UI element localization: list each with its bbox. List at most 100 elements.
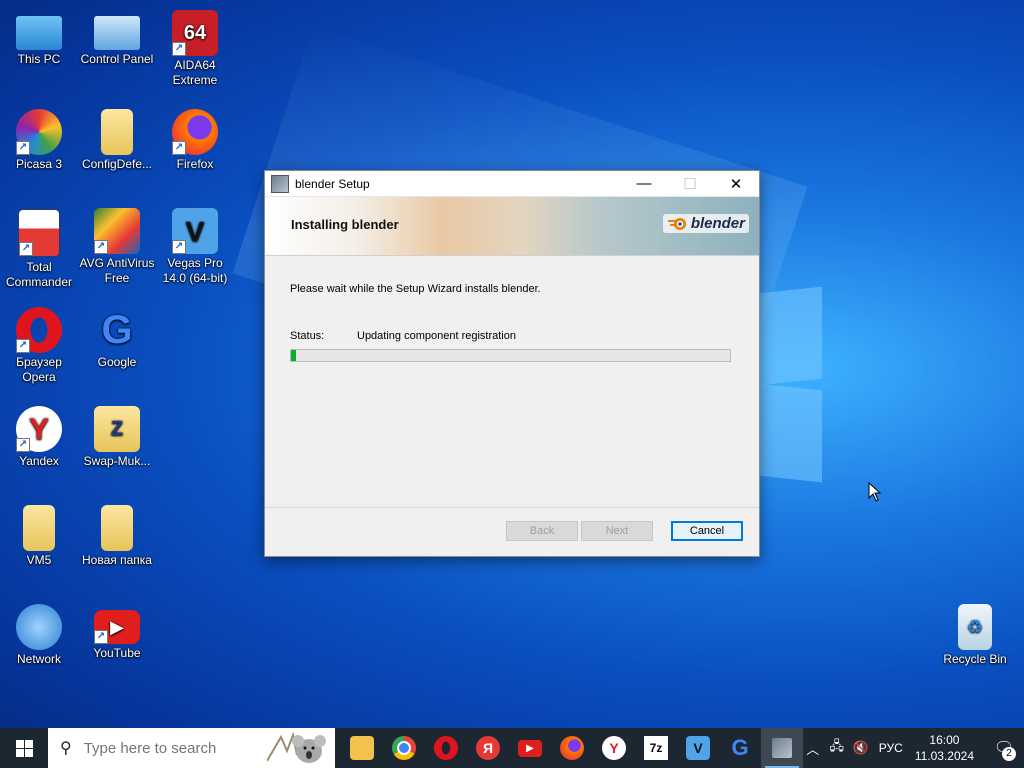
icon-label: Control Panel — [80, 52, 154, 66]
mouse-cursor-icon — [868, 482, 882, 502]
clock-date: 11.03.2024 — [914, 749, 974, 763]
desktop-icon-this-pc[interactable]: This PC — [0, 6, 78, 67]
desktop-icon-picasa[interactable]: ↗ Picasa 3 — [0, 105, 78, 172]
page-title: Installing blender — [291, 217, 399, 232]
firefox-icon: ↗ — [172, 109, 218, 155]
blender-setup-dialog: blender Setup — ☐ ✕ Installing blender b… — [264, 170, 760, 557]
vegas-icon: V ↗ — [172, 208, 218, 254]
language-indicator[interactable]: РУС — [879, 741, 903, 755]
desktop-icon-recycle-bin[interactable]: ♻ Recycle Bin — [936, 600, 1014, 667]
system-tray: ︿ 🖧 🔇 РУС 16:00 11.03.2024 🗨 2 — [801, 728, 1024, 768]
minimize-button[interactable]: — — [621, 171, 667, 196]
icon-label: Новая папка — [82, 553, 152, 567]
taskbar-7zip[interactable]: 7z — [635, 728, 677, 768]
blender-logo: blender — [662, 214, 749, 233]
recycle-bin-icon: ♻ — [958, 604, 992, 650]
desktop-icon-network[interactable]: Network — [0, 600, 78, 667]
computer-icon — [16, 16, 62, 50]
youtube-icon: ▶ ↗ — [94, 610, 140, 644]
status-label: Status: — [290, 330, 325, 342]
windows-logo-wallpaper — [758, 286, 822, 483]
icon-label: Google — [97, 355, 137, 369]
back-button: Back — [506, 521, 578, 541]
desktop-icon-vegas[interactable]: V ↗ Vegas Pro 14.0 (64-bit) — [156, 204, 234, 286]
start-button[interactable] — [0, 728, 48, 768]
action-center-button[interactable]: 🗨 2 — [984, 728, 1024, 768]
close-button[interactable]: ✕ — [713, 171, 759, 196]
7zip-icon: 7z — [644, 736, 668, 760]
taskbar-blender-setup[interactable] — [761, 728, 803, 768]
taskbar-youtube[interactable]: ▶ — [509, 728, 551, 768]
taskbar-yandex-music[interactable]: Я — [467, 728, 509, 768]
desktop-icon-google[interactable]: G Google — [78, 303, 156, 370]
desktop-icon-firefox[interactable]: ↗ Firefox — [156, 105, 234, 172]
icon-label: This PC — [17, 52, 61, 66]
progress-message: Please wait while the Setup Wizard insta… — [290, 283, 541, 295]
maximize-button: ☐ — [683, 175, 697, 193]
taskbar-chrome[interactable] — [383, 728, 425, 768]
yandex-icon: Я — [476, 736, 500, 760]
taskbar-yandex-browser[interactable]: Y — [593, 728, 635, 768]
icon-label: VM5 — [26, 553, 52, 567]
desktop-icon-aida64[interactable]: 64 ↗ AIDA64 Extreme — [156, 6, 234, 88]
desktop-icon-youtube[interactable]: ▶ ↗ YouTube — [78, 600, 156, 661]
avg-icon: ↗ — [94, 208, 140, 254]
google-icon: G — [731, 735, 749, 760]
desktop-icon-new-folder[interactable]: Новая папка — [78, 501, 156, 568]
volume-muted-icon[interactable]: 🔇 — [849, 740, 873, 756]
icon-label: Recycle Bin — [943, 652, 1007, 666]
opera-icon — [434, 736, 458, 760]
icon-label: Network — [16, 652, 61, 666]
taskbar-google[interactable]: G — [719, 728, 761, 768]
google-icon: G — [101, 307, 133, 352]
taskbar-vegas[interactable]: V — [677, 728, 719, 768]
icon-label: Total Commander — [5, 260, 73, 289]
search-input[interactable] — [81, 738, 276, 758]
install-progress-bar — [290, 349, 731, 362]
search-icon: ⚲ — [60, 740, 72, 757]
taskbar-file-explorer[interactable] — [341, 728, 383, 768]
folder-icon — [350, 736, 374, 760]
control-panel-icon — [94, 16, 140, 50]
icon-label: Swap-Muk... — [83, 454, 151, 468]
icon-label: AIDA64 Extreme — [172, 58, 218, 87]
progress-fill — [291, 350, 297, 361]
icon-label: Браузер Opera — [16, 355, 62, 384]
installer-icon — [271, 174, 289, 193]
desktop-icon-configdefe[interactable]: ConfigDefe... — [78, 105, 156, 172]
clock-time: 16:00 — [929, 733, 960, 747]
zip-folder-icon: Z — [94, 406, 140, 452]
taskbar-opera[interactable] — [425, 728, 467, 768]
network-icon[interactable]: 🖧 — [825, 737, 849, 759]
firefox-icon — [560, 736, 584, 760]
notification-count: 2 — [1002, 747, 1016, 761]
icon-label: ConfigDefe... — [81, 157, 153, 171]
desktop-icon-total-commander[interactable]: ↗ Total Commander — [0, 204, 78, 290]
chevron-up-icon[interactable]: ︿ — [801, 739, 825, 758]
folder-icon — [101, 109, 133, 155]
clock[interactable]: 16:00 11.03.2024 — [915, 732, 974, 764]
youtube-icon: ▶ — [518, 739, 542, 757]
desktop-icon-yandex[interactable]: Y ↗ Yandex — [0, 402, 78, 469]
desktop-icon-swap-muk[interactable]: Z Swap-Muk... — [78, 402, 156, 469]
next-button: Next — [581, 521, 653, 541]
desktop-icon-opera[interactable]: ↗ Браузер Opera — [0, 303, 78, 385]
aida64-icon: 64 ↗ — [172, 10, 218, 56]
network-icon — [16, 604, 62, 650]
desktop-icon-vm5[interactable]: VM5 — [0, 501, 78, 568]
cancel-button[interactable]: Cancel — [671, 521, 743, 541]
taskbar-firefox[interactable] — [551, 728, 593, 768]
icon-label: YouTube — [93, 646, 141, 660]
desktop-icon-control-panel[interactable]: Control Panel — [78, 6, 156, 67]
icon-label: Firefox — [176, 157, 214, 171]
title-bar[interactable]: blender Setup — ☐ ✕ — [265, 171, 759, 197]
folder-icon — [101, 505, 133, 551]
taskbar-search[interactable]: ⚲ — [48, 728, 335, 768]
floppy-icon: ↗ — [17, 208, 61, 258]
window-title: blender Setup — [295, 176, 370, 191]
icon-label: AVG AntiVirus Free — [79, 256, 155, 285]
picasa-icon: ↗ — [16, 109, 62, 155]
desktop-icon-avg[interactable]: ↗ AVG AntiVirus Free — [78, 204, 156, 286]
vegas-icon: V — [686, 736, 710, 760]
chrome-icon — [392, 736, 416, 760]
